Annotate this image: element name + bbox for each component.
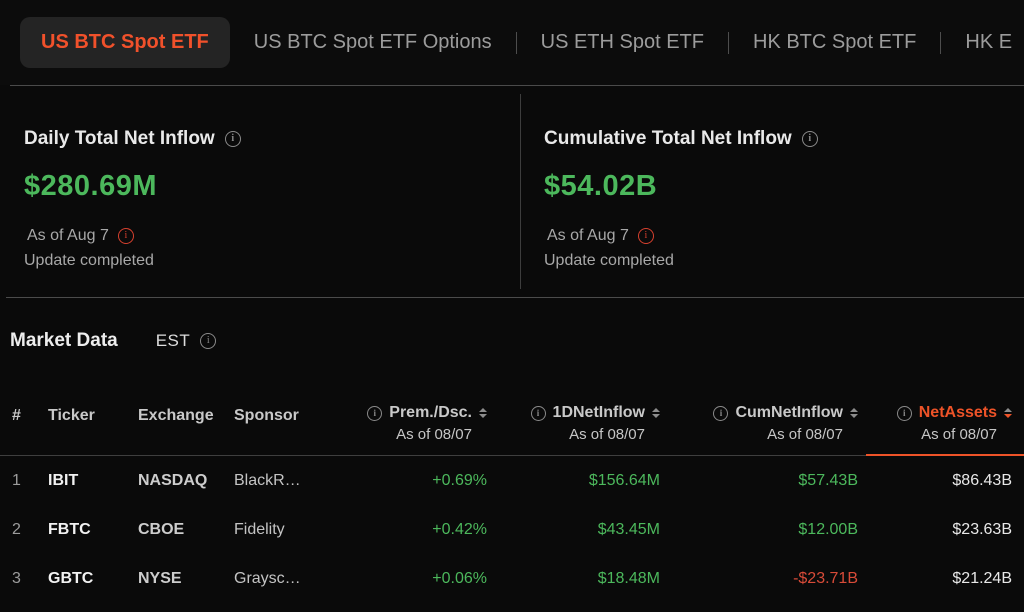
col-as-of-date: As of 08/07 (487, 426, 660, 443)
col-header-ticker: Ticker (48, 353, 138, 455)
sort-arrows-icon[interactable] (850, 408, 858, 419)
col-as-of-date: As of 08/07 (344, 426, 487, 443)
tab-us-btc-spot-etf[interactable]: US BTC Spot ETF (20, 17, 230, 68)
vertical-divider (520, 94, 521, 289)
timezone-label: EST (156, 331, 191, 351)
row-prem-dsc: +0.42% (344, 521, 487, 539)
col-header-exchange: Exchange (138, 353, 234, 455)
row-1d-net-inflow: $156.64M (487, 472, 660, 490)
table-row-fbtc[interactable]: 2 FBTC CBOE Fidelity +0.42% $43.45M $12.… (0, 505, 1024, 554)
cumulative-net-inflow-title: Cumulative Total Net Inflow (544, 128, 792, 150)
row-sponsor: BlackR… (234, 472, 344, 490)
table-row-gbtc[interactable]: 3 GBTC NYSE Graysc… +0.06% $18.48M -$23.… (0, 554, 1024, 603)
row-sponsor: Graysc… (234, 570, 344, 588)
cumulative-update-status: Update completed (544, 252, 818, 270)
row-net-assets: $86.43B (858, 472, 1012, 490)
row-ticker: GBTC (48, 570, 138, 588)
update-info-icon[interactable]: i (638, 228, 654, 244)
cumulative-as-of-date: As of Aug 7 (547, 227, 629, 245)
col-header-cum-net-inflow[interactable]: i CumNetInflow As of 08/07 (660, 353, 858, 455)
inflow-summary-section: Daily Total Net Inflow i $280.69M As of … (0, 86, 1024, 297)
tab-us-btc-spot-etf-options[interactable]: US BTC Spot ETF Options (230, 17, 516, 68)
row-cum-net-inflow: $12.00B (660, 521, 858, 539)
cumulative-net-inflow-value: $54.02B (544, 170, 818, 203)
info-icon[interactable]: i (531, 406, 546, 421)
market-data-header: Market Data EST i (10, 329, 1024, 353)
row-cum-net-inflow: $57.43B (660, 472, 858, 490)
daily-net-inflow-title: Daily Total Net Inflow (24, 128, 215, 150)
cumulative-net-inflow-panel: Cumulative Total Net Inflow i $54.02B As… (544, 86, 818, 270)
tab-us-eth-spot-etf[interactable]: US ETH Spot ETF (517, 17, 728, 68)
row-net-assets: $23.63B (858, 521, 1012, 539)
info-icon[interactable]: i (225, 131, 241, 147)
col-header-net-assets[interactable]: i NetAssets As of 08/07 (858, 353, 1012, 455)
sort-arrows-icon[interactable] (479, 408, 487, 419)
market-data-title: Market Data (10, 330, 118, 352)
row-prem-dsc: +0.06% (344, 570, 487, 588)
daily-net-inflow-panel: Daily Total Net Inflow i $280.69M As of … (24, 86, 241, 270)
sort-arrows-icon[interactable] (652, 408, 660, 419)
row-exchange: NYSE (138, 570, 234, 588)
table-row-ibit[interactable]: 1 IBIT NASDAQ BlackR… +0.69% $156.64M $5… (0, 456, 1024, 505)
info-icon[interactable]: i (713, 406, 728, 421)
info-icon[interactable]: i (897, 406, 912, 421)
row-rank: 1 (0, 472, 48, 490)
update-info-icon[interactable]: i (118, 228, 134, 244)
row-prem-dsc: +0.69% (344, 472, 487, 490)
row-exchange: NASDAQ (138, 472, 234, 490)
col-header-sponsor: Sponsor (234, 353, 344, 455)
sort-arrows-icon[interactable] (1004, 408, 1012, 419)
col-header-1d-net-inflow[interactable]: i 1DNetInflow As of 08/07 (487, 353, 660, 455)
daily-update-status: Update completed (24, 252, 241, 270)
daily-net-inflow-value: $280.69M (24, 170, 241, 203)
col-header-prem-dsc[interactable]: i Prem./Dsc. As of 08/07 (344, 353, 487, 455)
row-cum-net-inflow: -$23.71B (660, 570, 858, 588)
col-header-rank: # (0, 353, 48, 455)
etf-category-tabbar: US BTC Spot ETF US BTC Spot ETF Options … (0, 0, 1024, 85)
col-as-of-date: As of 08/07 (858, 426, 1012, 443)
row-ticker: FBTC (48, 521, 138, 539)
row-1d-net-inflow: $43.45M (487, 521, 660, 539)
row-exchange: CBOE (138, 521, 234, 539)
info-icon[interactable]: i (367, 406, 382, 421)
row-1d-net-inflow: $18.48M (487, 570, 660, 588)
daily-as-of-date: As of Aug 7 (27, 227, 109, 245)
row-net-assets: $21.24B (858, 570, 1012, 588)
tab-hk-btc-spot-etf[interactable]: HK BTC Spot ETF (729, 17, 940, 68)
row-rank: 3 (0, 570, 48, 588)
row-rank: 2 (0, 521, 48, 539)
col-as-of-date: As of 08/07 (660, 426, 858, 443)
info-icon[interactable]: i (802, 131, 818, 147)
tab-hk-eth-spot-etf[interactable]: HK E (941, 17, 1024, 68)
market-table-header: # Ticker Exchange Sponsor i Prem./Dsc. A… (0, 353, 1024, 456)
info-icon[interactable]: i (200, 333, 216, 349)
horizontal-divider (6, 297, 1024, 298)
row-ticker: IBIT (48, 472, 138, 490)
row-sponsor: Fidelity (234, 521, 344, 539)
